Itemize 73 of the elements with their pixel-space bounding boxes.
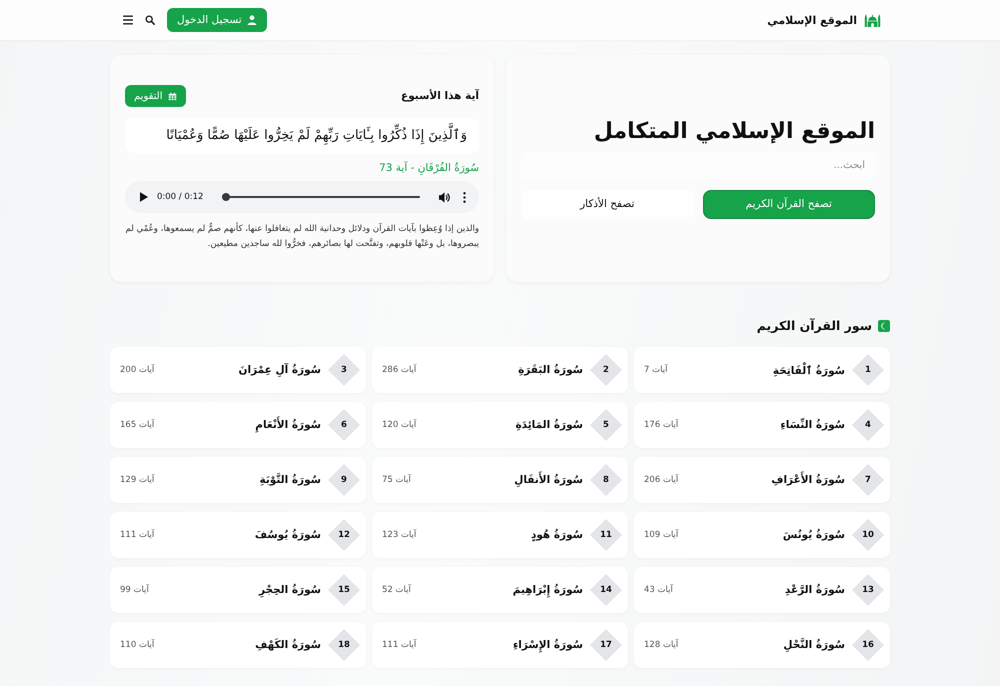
verse-count: 43 آيات	[644, 585, 673, 595]
more-icon[interactable]	[463, 192, 466, 202]
surah-name: سُورَةُ إِبْرَاهِيمَ	[512, 584, 583, 596]
surah-name: سُورَةُ يُوسُفَ	[254, 529, 321, 541]
verse-text: وَٱلَّذِينَ إِذَا ذُكِّرُوا بِـَٔايَاتِ رَبِّهِمْ لَمْ يَخِرُّوا عَلَيْهَا صُمًّا وَعُمْيَانًا	[125, 118, 479, 153]
surah-number: 6	[328, 409, 360, 441]
surah-number: 14	[590, 574, 622, 606]
verse-count: 7 آيات	[644, 365, 668, 375]
verse-count: 165 آيات	[120, 420, 154, 430]
crescent-icon	[878, 320, 890, 332]
surah-number: 13	[852, 574, 884, 606]
surah-name: سُورَةُ الكَهْفِ	[255, 639, 321, 651]
progress-thumb[interactable]	[222, 193, 230, 201]
volume-icon[interactable]	[439, 192, 450, 202]
verse-reference: سُورَةُ الفُرْقَانِ - آية 73	[378, 162, 479, 174]
surah-number: 18	[328, 629, 360, 661]
verse-count: 99 آيات	[120, 585, 149, 595]
surah-name: سُورَةُ النَّحْلِ	[783, 639, 845, 651]
verse-count: 111 آيات	[382, 640, 416, 650]
search-icon[interactable]	[145, 15, 155, 25]
surah-name: سُورَةُ البَقَرَةِ	[518, 364, 583, 376]
surah-number: 1	[852, 354, 884, 386]
surah-name: سُورَةُ المَائِدَةِ	[515, 419, 583, 431]
hero-title: الموقع الإسلامي المتكامل	[592, 118, 875, 144]
verse-count: 109 آيات	[644, 530, 678, 540]
audio-time: 0:00 / 0:12	[157, 192, 204, 202]
menu-icon[interactable]	[123, 15, 133, 25]
verse-count: 123 آيات	[382, 530, 416, 540]
verse-count: 75 آيات	[382, 475, 411, 485]
surah-number: 16	[852, 629, 884, 661]
surah-number: 10	[852, 519, 884, 551]
surah-number: 7	[852, 464, 884, 496]
surah-name: سُورَةُ التَّوْبَةِ	[259, 474, 321, 486]
surah-name: سُورَةُ آلِ عِمْرَانَ	[238, 364, 321, 376]
surah-name: سُورَةُ يُونُسَ	[782, 529, 845, 541]
tafsir-text: والذين إذا وُعِظوا بآيات القرآن ودلائل وحدانية الله لم يتغافلوا عنها، كأنهم صمٌّ لم يسمعوها، وعُمْي لم يبصروها، بل وعَتْها قلوبهم، وتفتَّحت لها بصائرهم، فخرُّوا لله ساجدين مطيعين.	[125, 222, 479, 251]
surah-number: 4	[852, 409, 884, 441]
surah-name: سُورَةُ الرَّعْدِ	[784, 584, 845, 596]
surah-name: سُورَةُ الأَعْرَافِ	[771, 474, 845, 486]
surah-name: سُورَةُ ٱلْفَاتِحَةِ	[772, 364, 845, 376]
surah-name: سُورَةُ الحِجْرِ	[258, 584, 321, 596]
verse-count: 120 آيات	[382, 420, 416, 430]
surah-name: سُورَةُ النِّسَاءِ	[780, 419, 845, 431]
surah-number: 8	[590, 464, 622, 496]
surah-number: 5	[590, 409, 622, 441]
surah-number: 17	[590, 629, 622, 661]
section-heading: آية هذا الأسبوع	[401, 90, 479, 102]
surah-number: 2	[590, 354, 622, 386]
user-icon	[246, 15, 257, 25]
verse-count: 129 آيات	[120, 475, 154, 485]
surah-name: سُورَةُ الإِسْرَاءِ	[512, 639, 583, 651]
section-heading: سور القرآن الكريم	[756, 318, 872, 333]
surah-name: سُورَةُ الأَنْعَامِ	[255, 419, 321, 431]
verse-count: 286 آيات	[382, 365, 416, 375]
play-icon[interactable]	[140, 192, 148, 202]
verse-count: 128 آيات	[644, 640, 678, 650]
verse-count: 52 آيات	[382, 585, 411, 595]
verse-count: 111 آيات	[120, 530, 154, 540]
verse-count: 110 آيات	[120, 640, 154, 650]
verse-count: 176 آيات	[644, 420, 678, 430]
mosque-icon[interactable]	[864, 13, 881, 27]
progress-track[interactable]	[222, 193, 420, 201]
verse-count: 200 آيات	[120, 365, 154, 375]
surah-number: 9	[328, 464, 360, 496]
surah-name: سُورَةُ هُودٍ	[530, 529, 583, 541]
calendar-icon	[168, 92, 177, 100]
surah-number: 11	[590, 519, 622, 551]
surah-number: 12	[328, 519, 360, 551]
surah-number: 15	[328, 574, 360, 606]
surah-name: سُورَةُ الأَنفَالِ	[514, 474, 583, 486]
site-name[interactable]: الموقع الإسلامي	[767, 14, 857, 26]
surah-number: 3	[328, 354, 360, 386]
verse-count: 206 آيات	[644, 475, 678, 485]
